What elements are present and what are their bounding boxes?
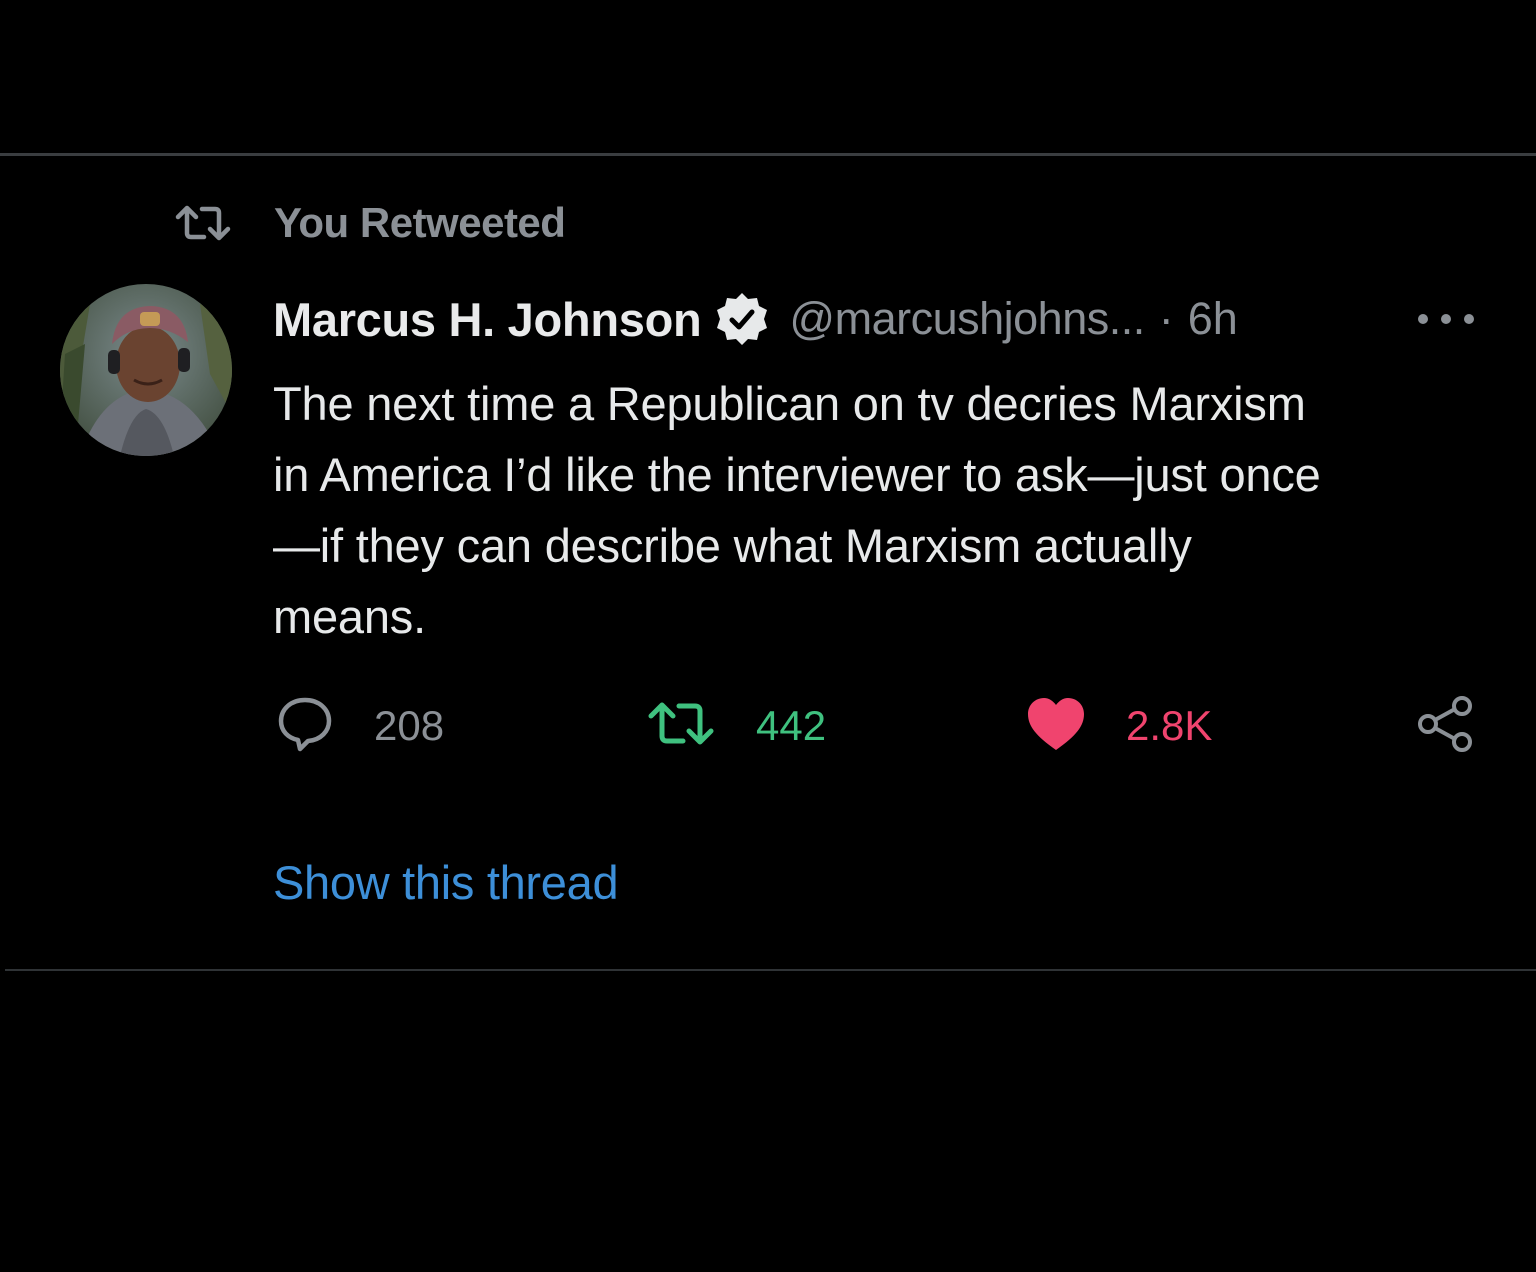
top-divider <box>0 153 1536 156</box>
more-dot <box>1441 314 1451 324</box>
more-dot <box>1418 314 1428 324</box>
tweet-actions: 208 442 2.8K <box>0 690 1536 762</box>
retweet-button[interactable]: 442 <box>646 690 826 762</box>
retweet-icon <box>174 203 232 243</box>
user-handle[interactable]: @marcushjohns... <box>789 293 1145 345</box>
more-options-icon[interactable] <box>1418 305 1474 333</box>
heart-icon <box>1026 696 1086 757</box>
verified-badge-icon <box>713 290 771 348</box>
like-button[interactable]: 2.8K <box>1026 690 1212 762</box>
share-button[interactable] <box>1416 690 1476 762</box>
avatar[interactable] <box>60 284 232 456</box>
tweet-text-line: in America I’d like the interviewer to a… <box>273 448 1321 501</box>
retweet-count: 442 <box>756 702 827 749</box>
tweet-header: Marcus H. Johnson @marcushjohns... · 6h <box>273 288 1238 350</box>
tweet-text-line: means. <box>273 590 426 643</box>
reply-icon <box>276 695 334 758</box>
retweet-icon <box>646 699 716 754</box>
like-count: 2.8K <box>1126 702 1213 749</box>
tweet-text-line: —if they can describe what Marxism actua… <box>273 519 1192 572</box>
bottom-divider <box>5 969 1536 971</box>
share-icon <box>1416 694 1476 759</box>
show-thread-link[interactable]: Show this thread <box>273 855 619 910</box>
tweet-timestamp[interactable]: 6h <box>1188 293 1238 345</box>
display-name[interactable]: Marcus H. Johnson <box>273 292 702 347</box>
retweet-context-label: You Retweeted <box>274 199 566 246</box>
more-dot <box>1464 314 1474 324</box>
tweet-text-line: The next time a Republican on tv decries… <box>273 377 1306 430</box>
reply-button[interactable]: 208 <box>276 690 444 762</box>
retweet-context[interactable]: You Retweeted <box>174 198 566 248</box>
reply-count: 208 <box>374 702 445 749</box>
tweet-text: The next time a Republican on tv decries… <box>273 368 1473 652</box>
separator-dot: · <box>1158 293 1174 344</box>
